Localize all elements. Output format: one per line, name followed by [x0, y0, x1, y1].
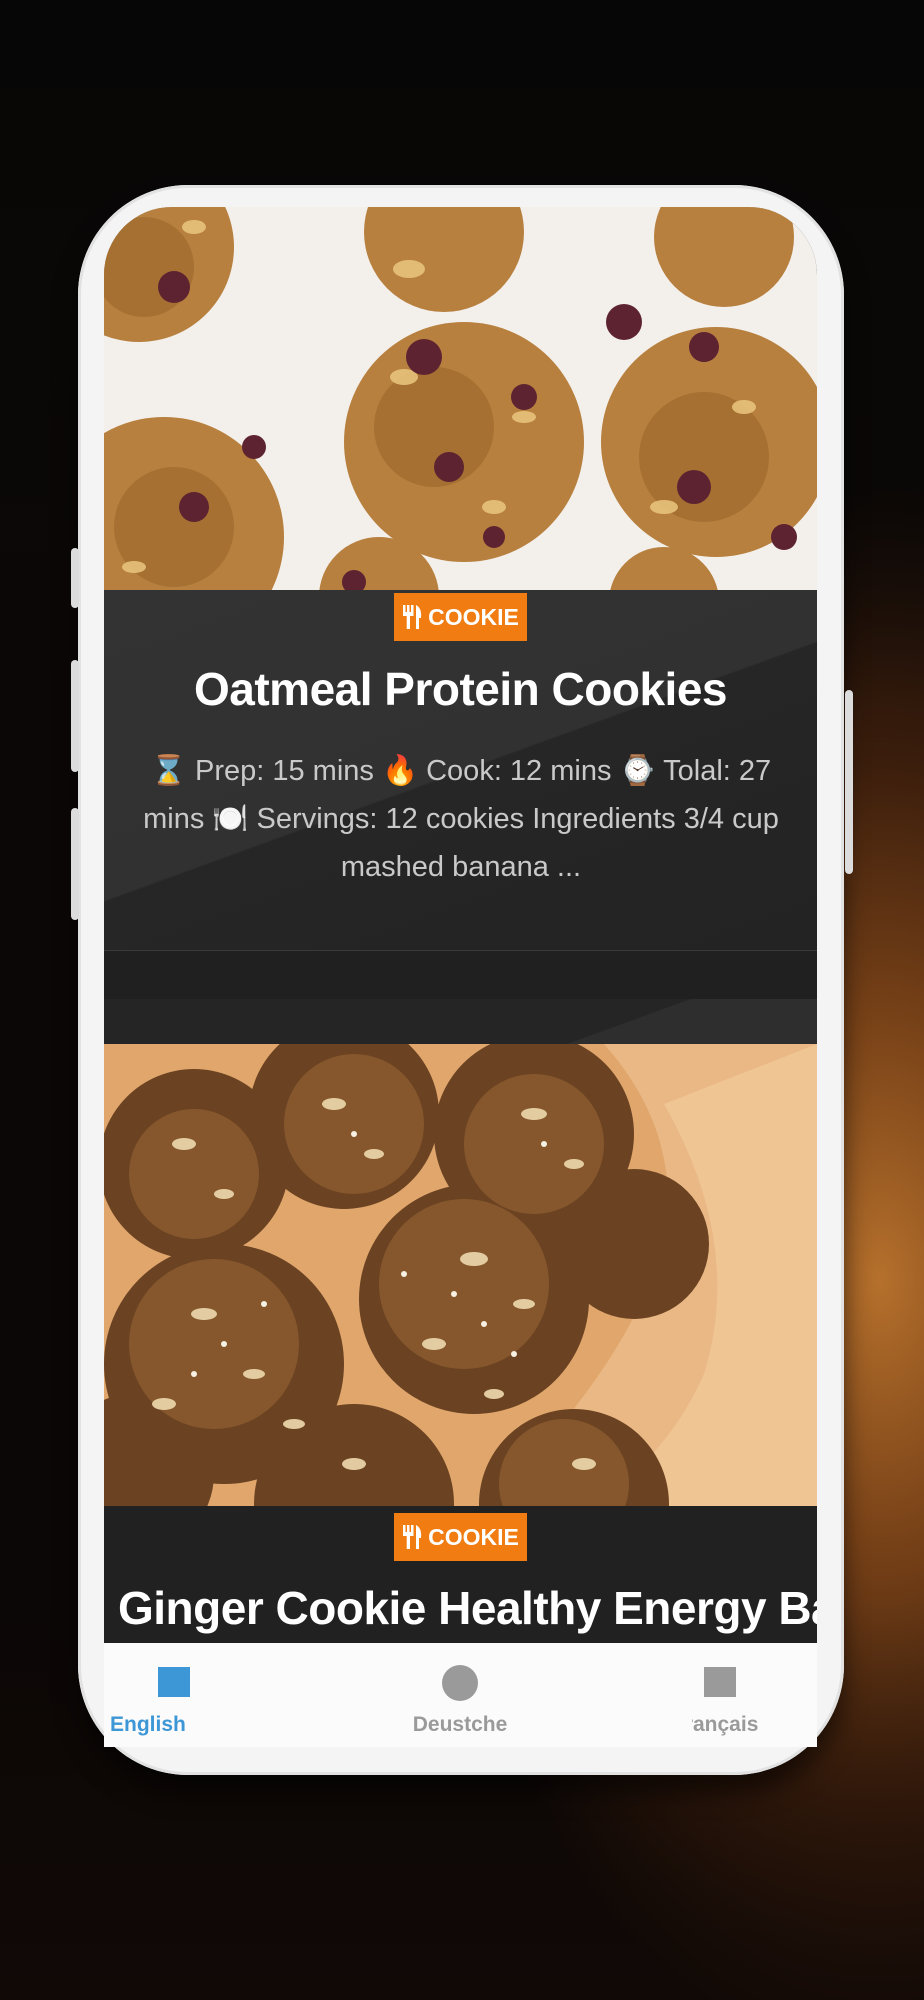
nav-tab-deustche-label: Deustche	[412, 1713, 508, 1736]
circle-icon	[442, 1665, 478, 1701]
nav-tab-francais[interactable]: Français	[692, 1643, 817, 1747]
phone-volume-down-button	[71, 808, 79, 920]
utensils-icon	[402, 1525, 422, 1549]
recipe-excerpt: ⌛ Prep: 15 mins 🔥 Cook: 12 mins ⌚ Tolal:…	[143, 755, 779, 883]
category-badge-2[interactable]: COOKIE	[394, 1513, 527, 1561]
card-spacer	[104, 951, 817, 999]
utensils-icon	[402, 605, 422, 629]
square-icon	[704, 1667, 736, 1697]
nav-tab-deustche[interactable]: Deustche	[360, 1643, 560, 1747]
nav-tab-english[interactable]: English	[104, 1643, 304, 1747]
category-badge[interactable]: COOKIE	[394, 593, 527, 641]
recipe-image-energy-balls[interactable]	[104, 1044, 817, 1506]
recipe-image-oatmeal-cookies[interactable]	[104, 207, 817, 590]
bottom-navigation: English Deustche Français	[104, 1643, 817, 1747]
category-label: COOKIE	[428, 603, 519, 630]
category-label-2: COOKIE	[428, 1523, 519, 1550]
nav-tab-english-label: English	[110, 1713, 186, 1736]
card-spacer-lower	[104, 999, 817, 1044]
recipe-title-2[interactable]: Ginger Cookie Healthy Energy Balls	[118, 1581, 817, 1635]
nav-tab-francais-label: Français	[692, 1713, 759, 1736]
phone-volume-up-button	[71, 660, 79, 772]
square-icon	[158, 1667, 190, 1697]
recipe-title[interactable]: Oatmeal Protein Cookies	[104, 662, 817, 716]
phone-side-button	[71, 548, 79, 608]
phone-power-button	[845, 690, 853, 874]
app-screen: COOKIE Oatmeal Protein Cookies ⌛ Prep: 1…	[104, 207, 817, 1747]
